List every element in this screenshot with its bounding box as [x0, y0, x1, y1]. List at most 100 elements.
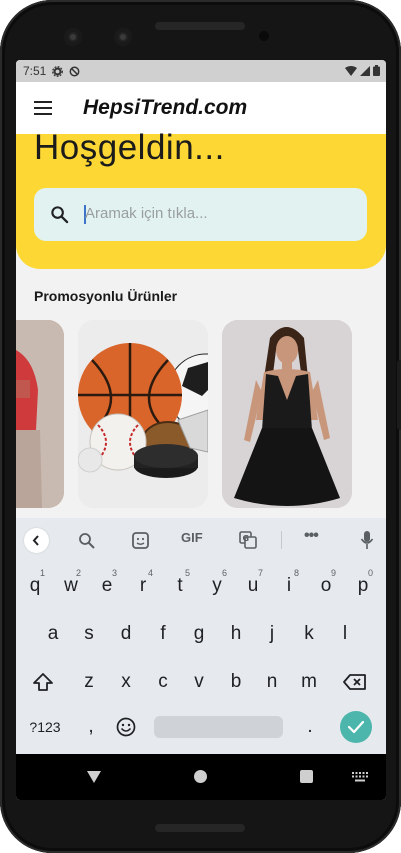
key-l[interactable]: l: [328, 613, 362, 655]
key-z[interactable]: z: [72, 661, 106, 703]
key-label: r: [139, 575, 147, 596]
key-v[interactable]: v: [182, 661, 216, 703]
nav-recents-icon[interactable]: [300, 770, 313, 783]
promo-card[interactable]: [16, 320, 64, 508]
key-e[interactable]: e3: [90, 565, 124, 607]
wifi-icon: [345, 65, 357, 76]
key-label: u: [247, 575, 259, 596]
screen: 7:51 HepsiTrend.com Hoşgeldin... Aramak …: [16, 60, 386, 800]
key-b[interactable]: b: [219, 661, 253, 703]
period-key[interactable]: .: [293, 706, 327, 748]
navigation-bar: [16, 754, 386, 800]
status-bar: 7:51: [16, 60, 386, 82]
more-options-button[interactable]: •••: [304, 527, 319, 545]
menu-icon[interactable]: [34, 101, 52, 115]
back-chevron-button[interactable]: [24, 528, 49, 553]
settings-icon: [52, 65, 64, 77]
key-g[interactable]: g: [182, 613, 216, 655]
key-n[interactable]: n: [255, 661, 289, 703]
keyboard-switcher-icon[interactable]: [352, 772, 368, 782]
key-s[interactable]: s: [72, 613, 106, 655]
key-h[interactable]: h: [219, 613, 253, 655]
backspace-key[interactable]: [338, 661, 372, 703]
key-m[interactable]: m: [292, 661, 326, 703]
key-hint: 3: [111, 568, 117, 578]
key-hint: 1: [39, 568, 45, 578]
key-a[interactable]: a: [36, 613, 70, 655]
key-hint: 0: [367, 568, 373, 578]
top-speaker: [155, 22, 245, 30]
front-camera-left: [64, 28, 82, 46]
app-bar: HepsiTrend.com: [16, 82, 386, 134]
translate-icon[interactable]: G: [239, 531, 257, 549]
shift-key[interactable]: [26, 661, 60, 703]
toolbar-divider: [281, 531, 282, 549]
key-t[interactable]: t5: [163, 565, 197, 607]
key-hint: 8: [293, 568, 299, 578]
key-x[interactable]: x: [109, 661, 143, 703]
key-p[interactable]: p0: [346, 565, 380, 607]
promo-card[interactable]: [222, 320, 352, 508]
key-c[interactable]: c: [146, 661, 180, 703]
microphone-icon[interactable]: [360, 530, 374, 550]
checkmark-icon: [347, 720, 365, 734]
promo-section-title: Promosyonlu Ürünler: [34, 288, 178, 304]
symbols-key[interactable]: ?123: [24, 706, 66, 748]
key-label: q: [29, 575, 41, 596]
key-hint: 6: [221, 568, 227, 578]
phone-frame: 7:51 HepsiTrend.com Hoşgeldin... Aramak …: [0, 0, 401, 853]
person-red-shirt-image: [16, 320, 64, 508]
search-input[interactable]: Aramak için tıkla...: [34, 188, 367, 241]
key-r[interactable]: r4: [126, 565, 160, 607]
comma-key[interactable]: ,: [74, 706, 108, 748]
search-icon[interactable]: [78, 532, 95, 549]
key-label: i: [286, 575, 292, 596]
welcome-heading: Hoşgeldin...: [34, 128, 225, 167]
no-disturb-icon: [69, 66, 80, 76]
sports-balls-image: [78, 320, 208, 508]
signal-icon: [360, 65, 370, 76]
chevron-left-icon: [32, 535, 39, 546]
key-hint: 2: [75, 568, 81, 578]
hero-section: Hoşgeldin... Aramak için tıkla...: [16, 128, 386, 269]
key-hint: 7: [257, 568, 263, 578]
key-w[interactable]: w2: [54, 565, 88, 607]
key-hint: 4: [147, 568, 153, 578]
key-label: t: [177, 575, 183, 596]
enter-key[interactable]: [340, 711, 372, 743]
space-bar[interactable]: [154, 716, 283, 738]
gif-button[interactable]: GIF: [181, 530, 203, 545]
key-hint: 9: [330, 568, 336, 578]
black-dress-image: [222, 320, 352, 508]
proximity-sensor: [259, 31, 269, 41]
key-i[interactable]: i8: [272, 565, 306, 607]
search-placeholder: Aramak için tıkla...: [85, 205, 208, 222]
key-o[interactable]: o9: [309, 565, 343, 607]
bottom-speaker: [155, 824, 245, 832]
key-f[interactable]: f: [146, 613, 180, 655]
key-label: p: [357, 575, 369, 596]
app-title: HepsiTrend.com: [83, 96, 248, 119]
key-q[interactable]: q1: [18, 565, 52, 607]
key-d[interactable]: d: [109, 613, 143, 655]
nav-home-icon[interactable]: [194, 770, 207, 783]
keyboard-toolbar: GIF G •••: [16, 518, 386, 562]
search-icon: [51, 206, 69, 224]
battery-icon: [373, 65, 380, 76]
key-label: o: [320, 575, 332, 596]
key-label: e: [101, 575, 113, 596]
sticker-icon[interactable]: [132, 532, 149, 549]
key-u[interactable]: u7: [236, 565, 270, 607]
nav-back-icon[interactable]: [86, 770, 102, 784]
key-label: y: [212, 575, 222, 596]
shift-icon: [33, 673, 53, 691]
emoji-key[interactable]: [109, 706, 143, 748]
key-y[interactable]: y6: [200, 565, 234, 607]
front-camera-right: [114, 28, 132, 46]
key-j[interactable]: j: [255, 613, 289, 655]
status-time: 7:51: [23, 64, 47, 78]
promo-card[interactable]: [78, 320, 208, 508]
key-hint: 5: [184, 568, 190, 578]
key-k[interactable]: k: [292, 613, 326, 655]
key-label: w: [64, 575, 78, 596]
